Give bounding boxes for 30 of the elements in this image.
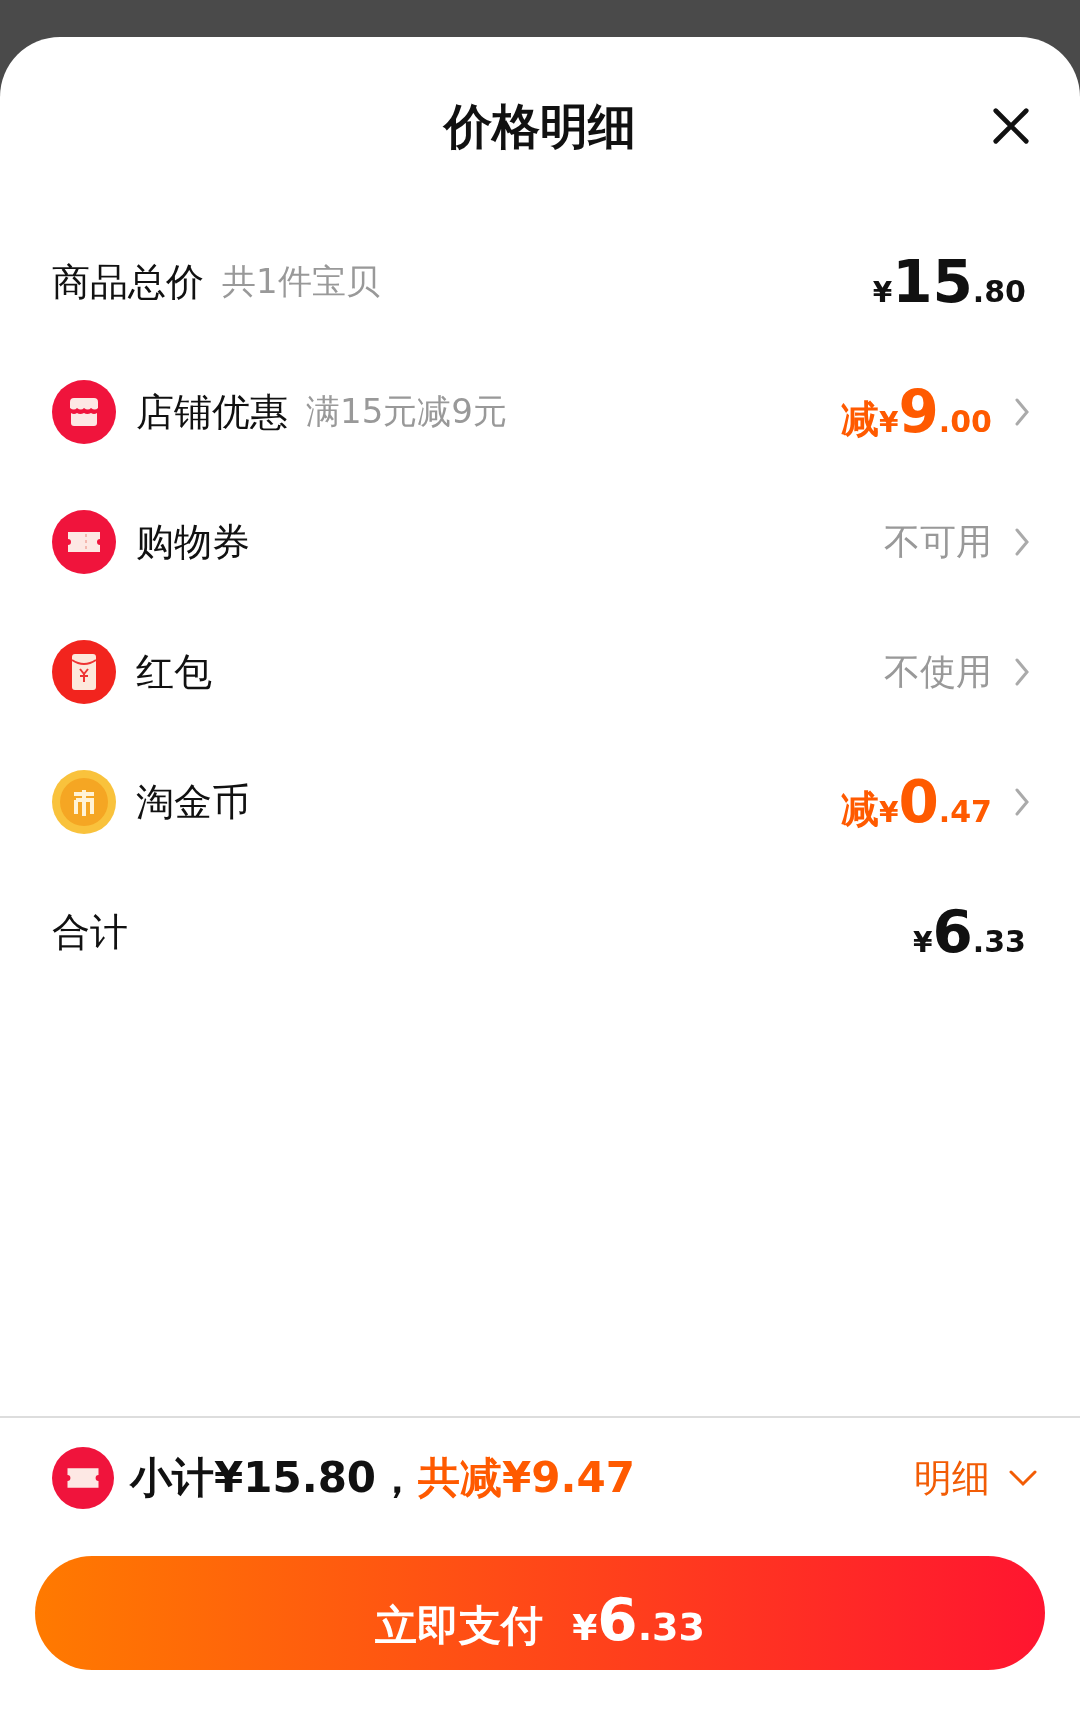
ticket-icon — [52, 510, 116, 574]
close-icon[interactable] — [992, 107, 1030, 145]
subtotal-text: 小计¥15.80， — [130, 1452, 419, 1504]
chevron-right-icon[interactable] — [1014, 397, 1030, 427]
row-note: 满15元减9元 — [306, 390, 507, 433]
price-value: ¥15.80 — [872, 248, 1026, 316]
chevron-right-icon[interactable] — [1014, 787, 1030, 817]
row-label: 商品总价 — [52, 258, 204, 306]
details-toggle[interactable]: 明细 — [914, 1452, 1038, 1504]
row-label: 店铺优惠 — [136, 388, 288, 436]
ticket-icon — [52, 1447, 114, 1509]
envelope-icon — [52, 640, 116, 704]
status-value: 不使用 — [884, 649, 992, 694]
chevron-right-icon[interactable] — [1014, 657, 1030, 687]
total-value: ¥6.33 — [913, 898, 1026, 966]
row-label: 购物券 — [136, 518, 250, 566]
store-icon — [52, 380, 116, 444]
row-label: 红包 — [136, 648, 212, 696]
sheet-title: 价格明细 — [444, 97, 636, 156]
savings-text: 共减¥9.47 — [418, 1452, 635, 1504]
chevron-right-icon[interactable] — [1014, 527, 1030, 557]
coin-icon — [52, 770, 116, 834]
row-label: 合计 — [52, 908, 128, 956]
status-value: 不可用 — [884, 519, 992, 564]
chevron-down-icon — [1008, 1469, 1038, 1487]
row-label: 淘金币 — [136, 778, 250, 826]
row-note: 共1件宝贝 — [222, 260, 380, 303]
discount-value: 减¥0.47 — [841, 768, 992, 836]
discount-value: 减¥9.00 — [841, 378, 992, 446]
pay-now-button[interactable]: 立即支付 ¥6.33 — [35, 1556, 1045, 1670]
